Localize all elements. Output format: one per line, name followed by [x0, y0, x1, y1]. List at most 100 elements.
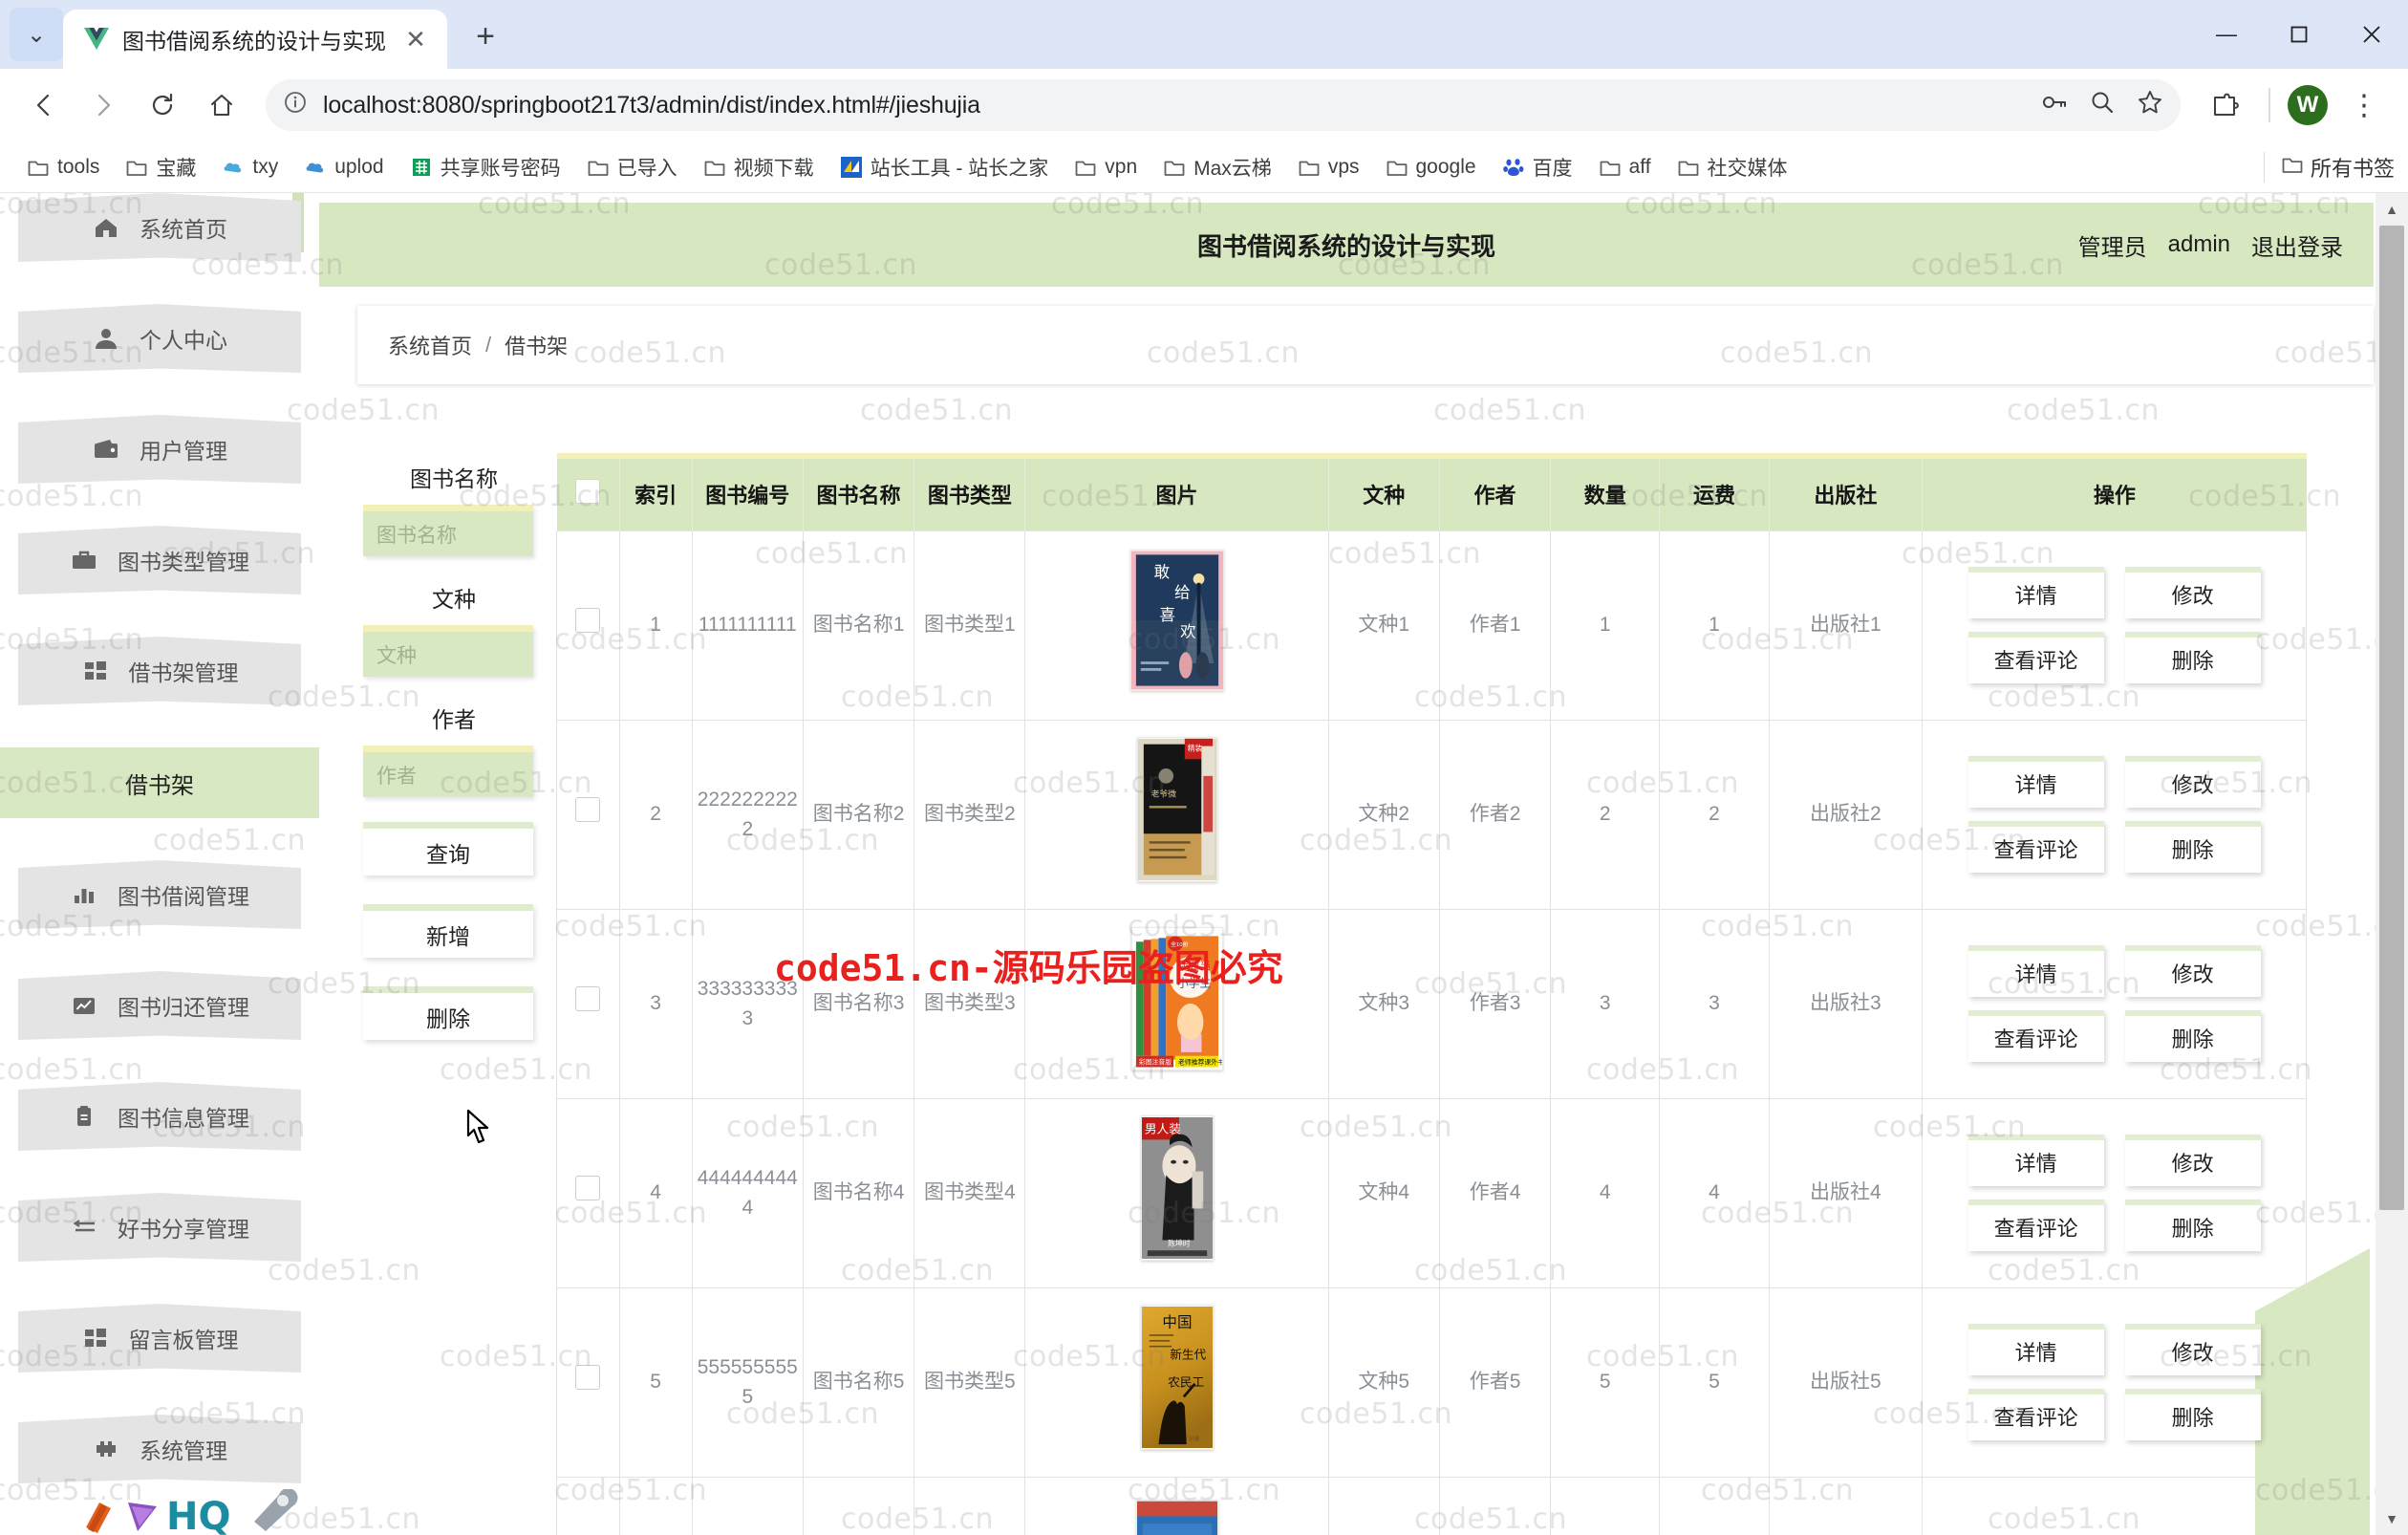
all-bookmarks-button[interactable]: 所有书签	[2263, 151, 2395, 183]
view-comments-button[interactable]: 查看评论	[1967, 1010, 2104, 1062]
bookmark-item[interactable]: tools	[17, 150, 110, 184]
home-icon[interactable]	[195, 78, 248, 132]
sidebar-item-users[interactable]: 用户管理	[18, 415, 301, 484]
site-info-icon[interactable]	[283, 90, 308, 120]
cell-cover-image[interactable]: 男人装 陈坤时	[1024, 1097, 1329, 1288]
cell-cover-image[interactable]: 我要当 小学生 全10册 彩图注音版 老师推荐课外书	[1024, 908, 1329, 1099]
select-all-checkbox[interactable]	[575, 479, 601, 505]
breadcrumb-home[interactable]: 系统首页	[388, 330, 472, 360]
row-checkbox[interactable]	[575, 608, 601, 634]
extensions-icon[interactable]	[2198, 78, 2251, 132]
tab-search-chevron-icon[interactable]: ⌄	[10, 8, 63, 61]
search-input-language[interactable]: 文种	[363, 625, 533, 677]
edit-button[interactable]: 修改	[2124, 756, 2261, 808]
sidebar-item-borrow-management[interactable]: 图书借阅管理	[18, 860, 301, 929]
row-select-cell[interactable]	[556, 1476, 620, 1535]
new-tab-button[interactable]: +	[461, 11, 510, 61]
sidebar-item-shelf-management[interactable]: 借书架管理	[18, 637, 301, 705]
detail-button[interactable]: 详情	[1967, 756, 2104, 808]
delete-row-button[interactable]: 删除	[2124, 821, 2261, 873]
sidebar-item-profile[interactable]: 个人中心	[18, 304, 301, 373]
delete-row-button[interactable]: 删除	[2124, 1389, 2261, 1440]
bookmark-item[interactable]: 百度	[1493, 147, 1583, 187]
row-checkbox[interactable]	[575, 797, 601, 823]
cell-cover-image[interactable]: 精装 老爷微	[1024, 719, 1329, 910]
row-select-cell[interactable]	[556, 530, 620, 721]
detail-button[interactable]: 详情	[1967, 1135, 2104, 1186]
search-input-author[interactable]: 作者	[363, 746, 533, 797]
logout-button[interactable]: 退出登录	[2251, 228, 2343, 262]
scrollbar-thumb[interactable]	[2379, 226, 2404, 1210]
window-close-button[interactable]	[2335, 0, 2408, 69]
row-select-cell[interactable]	[556, 1097, 620, 1288]
chrome-menu-icon[interactable]: ⋮	[2337, 78, 2391, 132]
reload-icon[interactable]	[136, 78, 189, 132]
add-button[interactable]: 新增	[363, 904, 533, 958]
bookmark-item[interactable]: uplod	[294, 150, 394, 184]
view-comments-button[interactable]: 查看评论	[1967, 821, 2104, 873]
edit-button[interactable]: 修改	[2124, 1324, 2261, 1375]
row-select-cell[interactable]	[556, 1286, 620, 1478]
detail-button[interactable]: 详情	[1967, 567, 2104, 618]
row-select-cell[interactable]	[556, 908, 620, 1099]
bookmark-item[interactable]: 站长工具 - 站长之家	[830, 147, 1060, 187]
view-comments-button[interactable]: 查看评论	[1967, 1389, 2104, 1440]
cell-cover-image[interactable]: 敢 给 喜 欢	[1024, 530, 1329, 721]
window-minimize-button[interactable]: —	[2190, 0, 2263, 69]
bookmark-item[interactable]: Max云梯	[1153, 147, 1282, 187]
view-comments-button[interactable]: 查看评论	[1967, 1200, 2104, 1251]
bookmark-item[interactable]: 共享账号密码	[400, 147, 571, 187]
back-icon[interactable]	[17, 78, 71, 132]
bookmark-item[interactable]: txy	[212, 150, 289, 184]
sidebar-item-home[interactable]: 系统首页	[18, 193, 301, 262]
delete-row-button[interactable]: 删除	[2124, 632, 2261, 683]
sidebar-subitem-shelf[interactable]: 借书架	[0, 747, 319, 818]
zoom-icon[interactable]	[2089, 89, 2116, 121]
bookmark-item[interactable]: 宝藏	[116, 147, 206, 187]
select-all-header[interactable]	[556, 453, 620, 530]
bookmark-item[interactable]: 视频下载	[694, 147, 825, 187]
row-checkbox[interactable]	[575, 986, 601, 1012]
bookmark-item[interactable]: aff	[1589, 150, 1662, 184]
bookmark-star-icon[interactable]	[2137, 89, 2163, 121]
query-button[interactable]: 查询	[363, 822, 533, 876]
edit-button[interactable]: 修改	[2124, 567, 2261, 618]
cell-cover-image[interactable]: 中国 新生代 农民工 记录	[1024, 1286, 1329, 1478]
forward-icon[interactable]	[76, 78, 130, 132]
search-input-book-name[interactable]: 图书名称	[363, 505, 533, 556]
sidebar-item-book-info[interactable]: 图书信息管理	[18, 1082, 301, 1151]
profile-avatar[interactable]: W	[2288, 85, 2328, 125]
scroll-up-arrow-icon[interactable]: ▲	[2376, 193, 2408, 226]
bookmark-item[interactable]: 社交媒体	[1667, 147, 1798, 187]
sidebar-item-book-sharing[interactable]: 好书分享管理	[18, 1193, 301, 1262]
sidebar-item-message-board[interactable]: 留言板管理	[18, 1304, 301, 1373]
page-scrollbar[interactable]: ▲ ▼	[2376, 193, 2408, 1535]
edit-button[interactable]: 修改	[2124, 945, 2261, 997]
detail-button[interactable]: 详情	[1967, 1324, 2104, 1375]
bookmark-item[interactable]: vps	[1288, 150, 1370, 184]
scroll-down-arrow-icon[interactable]: ▼	[2376, 1503, 2408, 1535]
view-comments-button[interactable]: 查看评论	[1967, 632, 2104, 683]
detail-button[interactable]: 详情	[1967, 945, 2104, 997]
cell-cover-image[interactable]	[1024, 1476, 1329, 1535]
delete-row-button[interactable]: 删除	[2124, 1200, 2261, 1251]
row-select-cell[interactable]	[556, 719, 620, 910]
browser-tab[interactable]: 图书借阅系统的设计与实现 ✕	[63, 10, 447, 69]
svg-text:记录: 记录	[1188, 1435, 1199, 1442]
row-checkbox[interactable]	[575, 1365, 601, 1391]
delete-row-button[interactable]: 删除	[2124, 1010, 2261, 1062]
column-header-author: 作者	[1439, 453, 1552, 530]
delete-button[interactable]: 删除	[363, 986, 533, 1040]
key-icon[interactable]	[2041, 90, 2068, 120]
bookmark-item[interactable]: google	[1376, 150, 1487, 184]
address-bar[interactable]: localhost:8080/springboot217t3/admin/dis…	[266, 79, 2181, 131]
bookmark-item[interactable]: vpn	[1064, 150, 1148, 184]
sidebar-item-system-management[interactable]: 系统管理	[18, 1415, 301, 1483]
sidebar-item-return-management[interactable]: 图书归还管理	[18, 971, 301, 1040]
window-maximize-button[interactable]	[2263, 0, 2335, 69]
edit-button[interactable]: 修改	[2124, 1135, 2261, 1186]
bookmark-item[interactable]: 已导入	[577, 147, 688, 187]
tab-close-icon[interactable]: ✕	[399, 23, 432, 55]
row-checkbox[interactable]	[575, 1176, 601, 1201]
sidebar-item-book-types[interactable]: 图书类型管理	[18, 526, 301, 595]
